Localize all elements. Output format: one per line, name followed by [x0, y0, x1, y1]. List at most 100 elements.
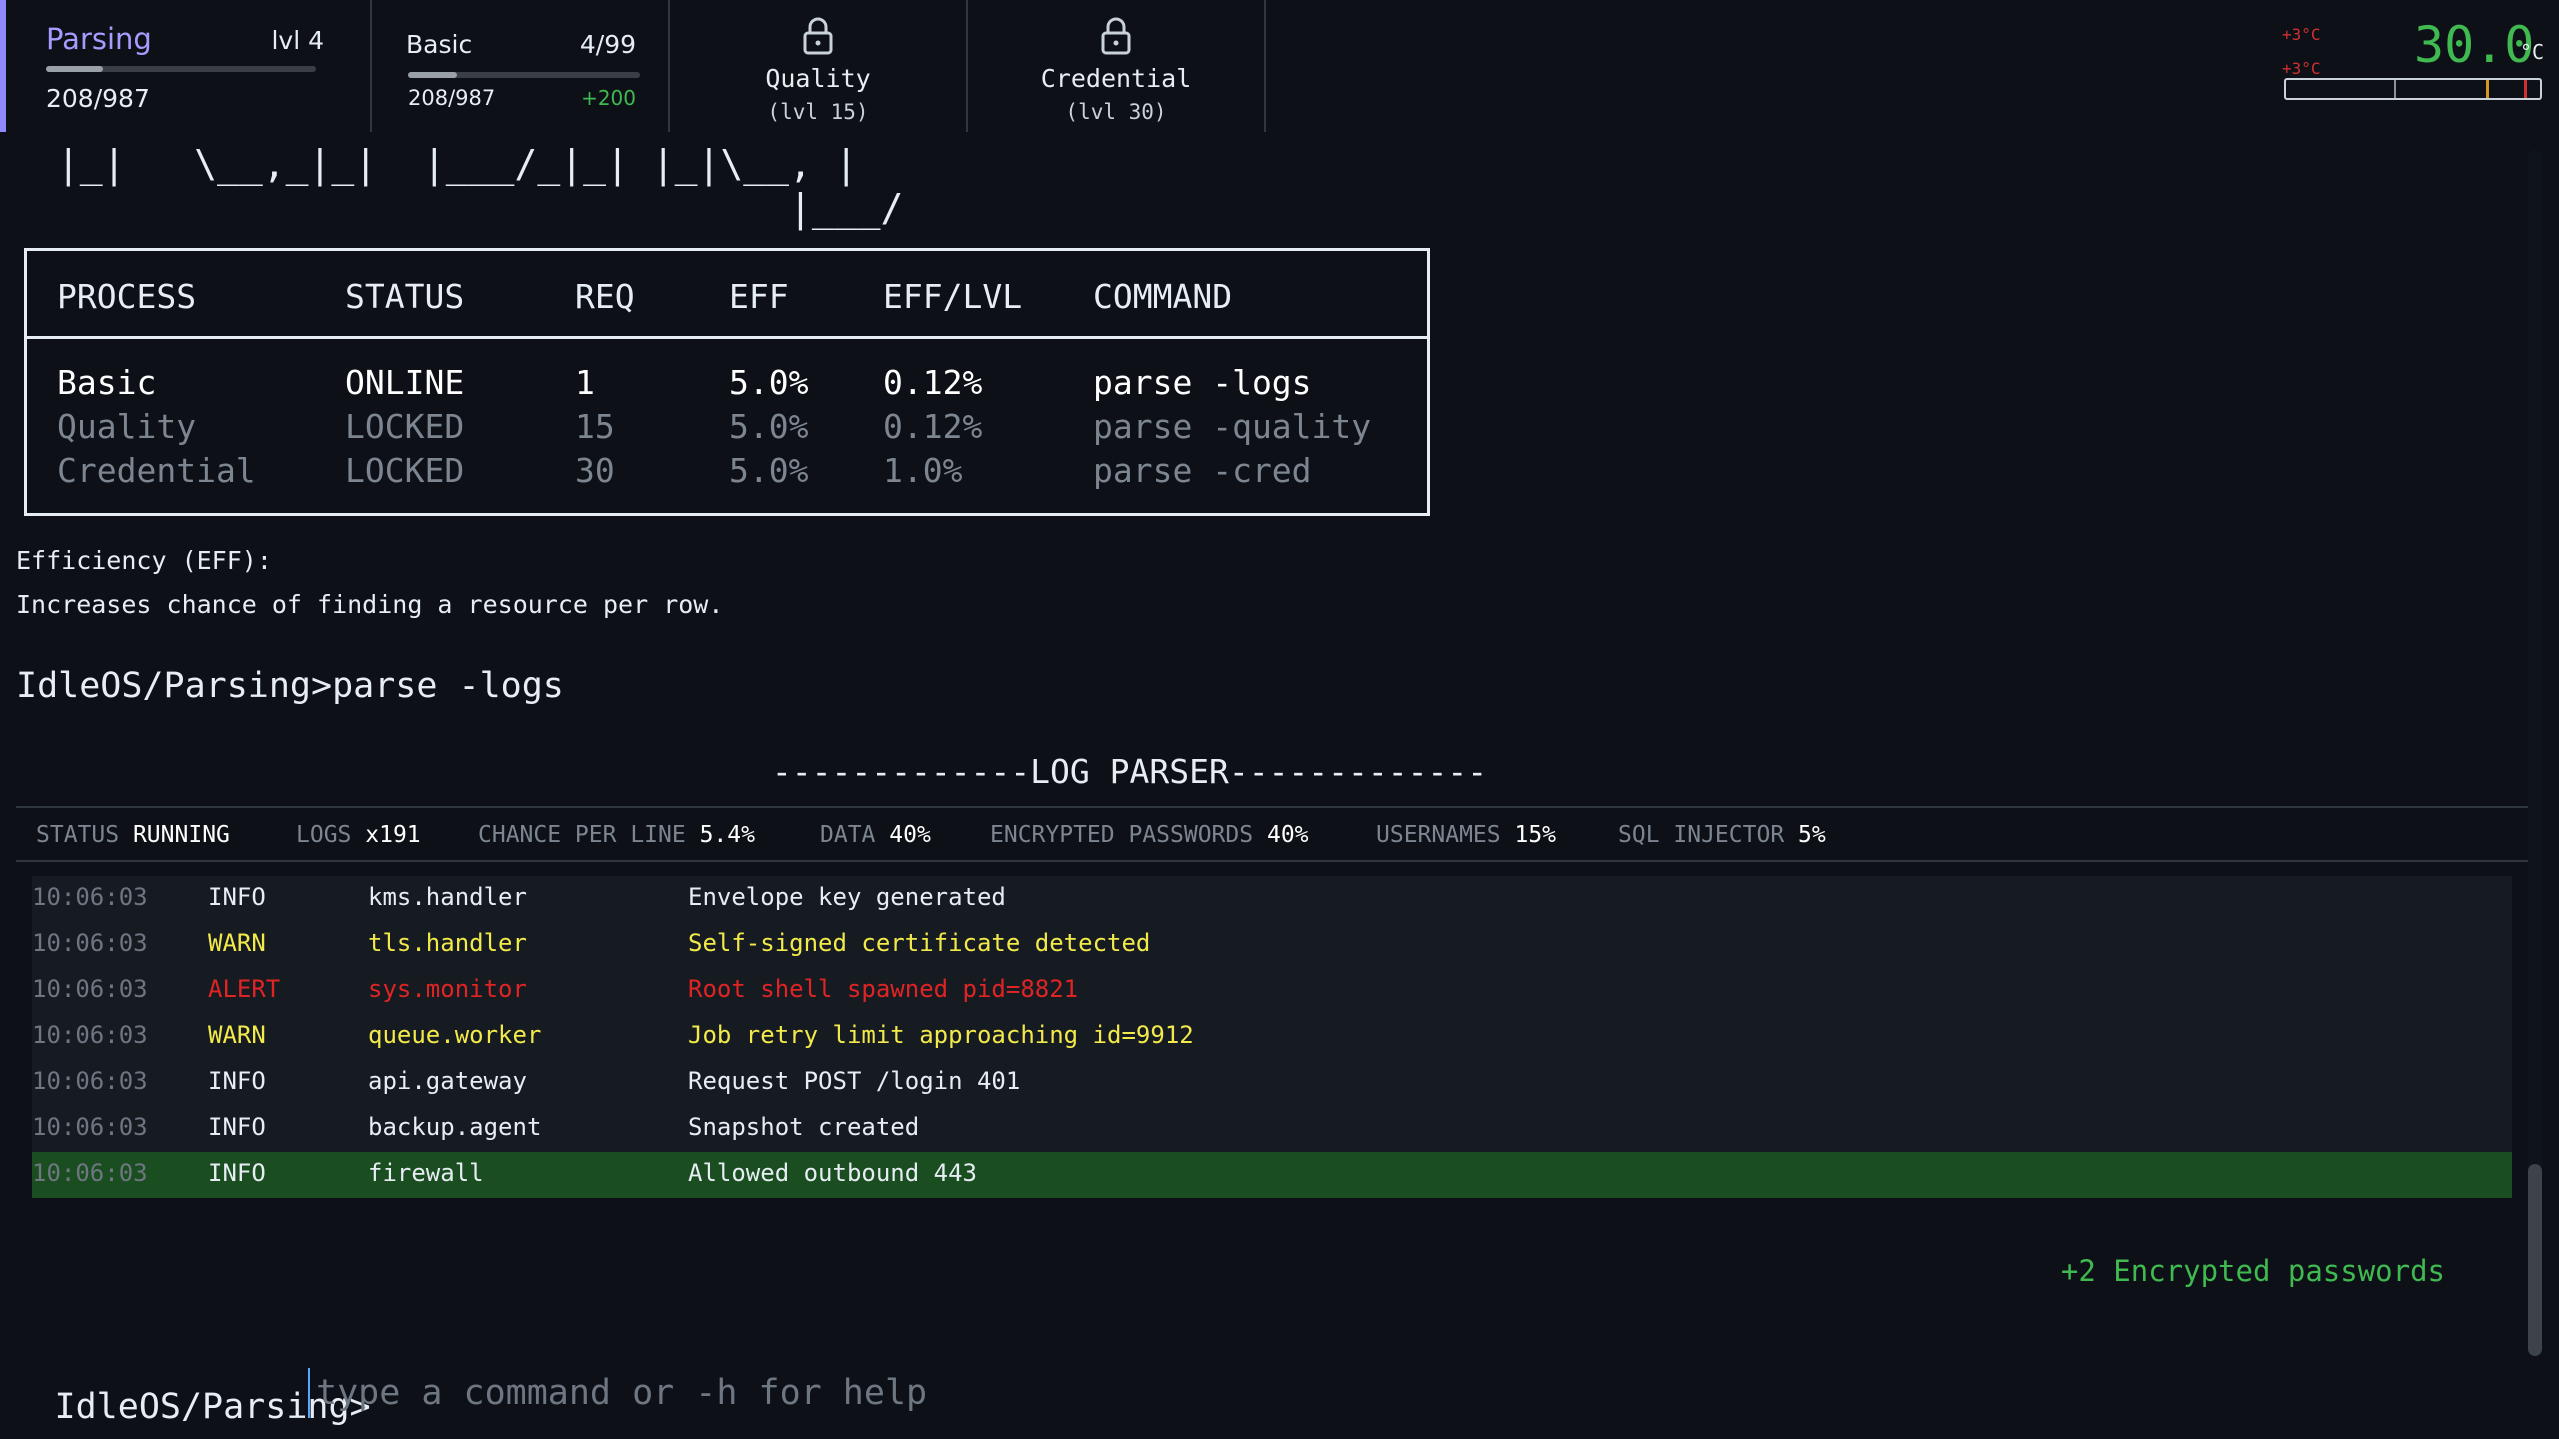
command-echo: IdleOS/Parsing>parse -logs — [16, 666, 564, 706]
log-row: 10:06:03 WARN tls.handler Self-signed ce… — [32, 922, 2512, 968]
stat-value: 5% — [1798, 822, 1826, 848]
stat-value: 40% — [1266, 822, 1309, 848]
header-process: PROCESS — [57, 277, 197, 316]
temperature-deltas: +3°C +3°C — [2282, 18, 2321, 86]
efficiency-title: Efficiency (EFF): — [16, 546, 272, 575]
cell-req: 15 — [575, 407, 615, 446]
log-row: 10:06:03 WARN queue.worker Job retry lim… — [32, 1014, 2512, 1060]
log-source: firewall — [368, 1159, 484, 1187]
stat-label: CHANCE PER LINE — [478, 822, 686, 848]
log-message: Root shell spawned pid=8821 — [688, 975, 1079, 1003]
log-time: 10:06:03 — [32, 975, 148, 1003]
stat-label: ENCRYPTED PASSWORDS — [990, 822, 1254, 848]
parsing-progress-fill — [46, 66, 103, 72]
reward-notification: +2 Encrypted passwords — [2060, 1254, 2445, 1288]
log-level: INFO — [208, 883, 266, 911]
log-source: sys.monitor — [368, 975, 527, 1003]
parsing-progress-bar — [46, 66, 316, 72]
tab-parsing-level: lvl 4 — [271, 26, 324, 55]
tab-credential[interactable]: Credential (lvl 30) — [968, 0, 1266, 132]
cell-command: parse -quality — [1093, 407, 1372, 446]
stat-label: USERNAMES — [1376, 822, 1501, 848]
scrollbar-thumb[interactable] — [2528, 1164, 2542, 1356]
header-eff-lvl: EFF/LVL — [883, 277, 1023, 316]
top-bar: Parsing lvl 4 208/987 Basic 4/99 208/987… — [0, 0, 2559, 132]
log-message: Snapshot created — [688, 1113, 920, 1141]
basic-progress-bar — [408, 72, 640, 78]
header-eff: EFF — [729, 277, 789, 316]
stat-label: LOGS — [296, 822, 352, 848]
cell-command: parse -logs — [1093, 363, 1312, 402]
cell-status: ONLINE — [345, 363, 465, 402]
log-message: Request POST /login 401 — [688, 1067, 1021, 1095]
cell-eff-lvl: 0.12% — [883, 363, 983, 402]
tab-basic[interactable]: Basic 4/99 208/987 +200 — [372, 0, 670, 132]
process-table: PROCESS STATUS REQ EFF EFF/LVL COMMAND B… — [24, 248, 1430, 516]
cell-eff-lvl: 0.12% — [883, 407, 983, 446]
log-row: 10:06:03 INFO backup.agent Snapshot crea… — [32, 1106, 2512, 1152]
log-row-highlighted: 10:06:03 INFO firewall Allowed outbound … — [32, 1152, 2512, 1198]
log-source: kms.handler — [368, 883, 527, 911]
log-time: 10:06:03 — [32, 1067, 148, 1095]
log-source: queue.worker — [368, 1021, 542, 1049]
tab-basic-name: Basic — [406, 30, 473, 59]
log-panel: 10:06:03 INFO kms.handler Envelope key g… — [32, 876, 2512, 1198]
stat-label: DATA — [820, 822, 876, 848]
log-level: WARN — [208, 1021, 266, 1049]
log-source: api.gateway — [368, 1067, 527, 1095]
log-row: 10:06:03 ALERT sys.monitor Root shell sp… — [32, 968, 2512, 1014]
tab-credential-requirement: (lvl 30) — [1065, 100, 1167, 124]
log-time: 10:06:03 — [32, 1021, 148, 1049]
process-table-header: PROCESS STATUS REQ EFF EFF/LVL COMMAND — [27, 251, 1427, 339]
log-level: INFO — [208, 1159, 266, 1187]
command-input[interactable] — [308, 1368, 1708, 1418]
log-row: 10:06:03 INFO kms.handler Envelope key g… — [32, 876, 2512, 922]
tab-quality[interactable]: Quality (lvl 15) — [670, 0, 968, 132]
efficiency-description: Increases chance of finding a resource p… — [16, 590, 724, 619]
log-time: 10:06:03 — [32, 883, 148, 911]
cell-status: LOCKED — [345, 451, 465, 490]
log-message: Envelope key generated — [688, 883, 1006, 911]
cell-command: parse -cred — [1093, 451, 1312, 490]
log-row: 10:06:03 INFO api.gateway Request POST /… — [32, 1060, 2512, 1106]
lock-icon — [1101, 17, 1131, 55]
stat-status: STATUS RUNNING — [36, 822, 230, 848]
stat-value: x191 — [365, 822, 421, 848]
temperature-value: 30.0 — [2414, 16, 2535, 74]
header-req: REQ — [575, 277, 635, 316]
cell-process: Quality — [57, 407, 197, 446]
log-level: WARN — [208, 929, 266, 957]
command-prompt: IdleOS/Parsing> — [16, 1368, 1708, 1427]
log-message: Allowed outbound 443 — [688, 1159, 977, 1187]
parser-status-strip: STATUS RUNNING LOGS x191 CHANCE PER LINE… — [16, 806, 2528, 862]
header-command: COMMAND — [1093, 277, 1233, 316]
gauge-tick — [2394, 80, 2396, 98]
cell-eff: 5.0% — [729, 451, 809, 490]
stat-logs: LOGS x191 — [296, 822, 421, 848]
log-source: backup.agent — [368, 1113, 542, 1141]
tab-parsing-name: Parsing — [46, 22, 152, 56]
gauge-marker-warn — [2486, 80, 2489, 98]
tab-basic-bonus: +200 — [581, 86, 636, 110]
temperature-gauge — [2284, 78, 2542, 100]
stat-value: 40% — [889, 822, 931, 848]
tab-basic-count: 208/987 — [408, 86, 496, 110]
stat-usernames: USERNAMES 15% — [1376, 822, 1556, 848]
stat-value: 15% — [1514, 822, 1557, 848]
ascii-banner: |_| \__,_|_| |___/_|_| |_|\__, | |___/ — [56, 142, 904, 230]
tab-quality-name: Quality — [765, 64, 871, 93]
header-status: STATUS — [345, 277, 465, 316]
cell-eff: 5.0% — [729, 363, 809, 402]
tab-parsing[interactable]: Parsing lvl 4 208/987 — [0, 0, 372, 132]
cell-eff-lvl: 1.0% — [883, 451, 963, 490]
temperature-delta: +3°C — [2282, 25, 2321, 44]
stat-encrypted-passwords: ENCRYPTED PASSWORDS 40% — [990, 822, 1309, 848]
stat-label: STATUS — [36, 822, 120, 848]
stat-sql-injector: SQL INJECTOR 5% — [1618, 822, 1826, 848]
log-level: ALERT — [208, 975, 281, 1003]
temperature-unit: °C — [2520, 40, 2545, 64]
cell-req: 30 — [575, 451, 615, 490]
log-level: INFO — [208, 1113, 266, 1141]
cell-process: Credential — [57, 451, 256, 490]
stat-chance: CHANCE PER LINE 5.4% — [478, 822, 755, 848]
